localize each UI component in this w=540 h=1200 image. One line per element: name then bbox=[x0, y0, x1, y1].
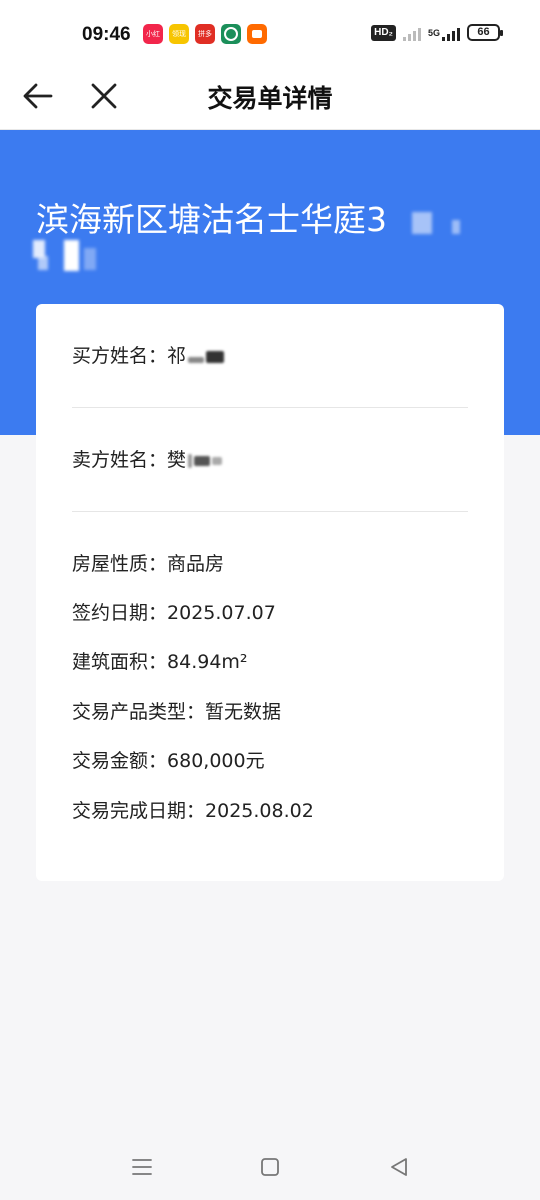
divider bbox=[72, 407, 468, 408]
buyer-name-row: 买方姓名：祁 bbox=[72, 343, 225, 369]
buyer-name-value: 祁 bbox=[167, 345, 187, 367]
transaction-amount-row: 交易金额：680,000元 bbox=[72, 748, 265, 774]
sign-date-label: 签约日期： bbox=[72, 602, 168, 624]
divider bbox=[72, 511, 468, 512]
transaction-amount-value: 680,000元 bbox=[167, 750, 265, 772]
redacted-address-mask bbox=[38, 256, 48, 270]
back-triangle-icon[interactable] bbox=[387, 1155, 411, 1179]
seller-name-value: 樊 bbox=[167, 449, 187, 471]
building-area-row: 建筑面积：84.94m² bbox=[72, 649, 248, 675]
building-area-label: 建筑面积： bbox=[72, 651, 168, 673]
pinduoduo-app-icon: 拼多 bbox=[195, 24, 215, 44]
signal-sim2-icon bbox=[442, 25, 460, 41]
bank-app-icon bbox=[221, 24, 241, 44]
page-title: 交易单详情 bbox=[207, 84, 333, 113]
redacted-seller-mask bbox=[212, 456, 223, 465]
signal-sim1-icon bbox=[402, 25, 421, 41]
sign-date-value: 2025.07.07 bbox=[167, 602, 276, 624]
building-area-value: 84.94m² bbox=[167, 651, 248, 673]
redacted-seller-mask bbox=[188, 453, 193, 468]
redacted-address-mask bbox=[64, 240, 79, 271]
status-indicators: HD₂ 5G 66 bbox=[371, 24, 503, 41]
system-navigation-bar bbox=[0, 1133, 540, 1200]
transaction-amount-label: 交易金额： bbox=[72, 750, 168, 772]
completion-date-row: 交易完成日期：2025.08.02 bbox=[72, 798, 314, 824]
redacted-address-mask bbox=[84, 248, 96, 270]
redacted-buyer-mask bbox=[188, 356, 205, 363]
redacted-address-mask bbox=[452, 220, 460, 234]
property-type-value: 商品房 bbox=[167, 553, 225, 575]
transaction-detail-card: 买方姓名：祁 卖方姓名：樊 房屋性质：商品房 签约日期：2025.07.07 建… bbox=[36, 304, 504, 881]
navigation-bar: 交易单详情 bbox=[0, 64, 540, 130]
property-type-label: 房屋性质： bbox=[72, 553, 168, 575]
product-type-label: 交易产品类型： bbox=[72, 701, 206, 723]
redacted-seller-mask bbox=[194, 455, 211, 466]
seller-name-row: 卖方姓名：樊 bbox=[72, 447, 223, 473]
xiaohongshu-app-icon: 小红书 bbox=[143, 24, 163, 44]
completion-date-label: 交易完成日期： bbox=[72, 800, 206, 822]
meituan-app-icon: 领现金 bbox=[169, 24, 189, 44]
status-bar: 09:46 小红书 领现金 拼多 HD₂ 5G 66 bbox=[0, 0, 540, 64]
hd-voice-icon: HD₂ bbox=[371, 24, 396, 41]
reward-app-icon bbox=[247, 24, 267, 44]
home-icon[interactable] bbox=[258, 1155, 282, 1179]
seller-name-label: 卖方姓名： bbox=[72, 449, 168, 471]
menu-icon[interactable] bbox=[130, 1155, 154, 1179]
property-name: 滨海新区塘沽名士华庭3 bbox=[36, 200, 506, 240]
property-type-row: 房屋性质：商品房 bbox=[72, 551, 224, 577]
redacted-buyer-mask bbox=[206, 350, 225, 363]
product-type-row: 交易产品类型：暂无数据 bbox=[72, 699, 281, 725]
status-time: 09:46 bbox=[82, 24, 131, 45]
completion-date-value: 2025.08.02 bbox=[205, 800, 314, 822]
property-name-text: 滨海新区塘沽名士华庭3 bbox=[36, 200, 387, 239]
battery-icon: 66 bbox=[467, 24, 503, 41]
notification-app-icons: 小红书 领现金 拼多 bbox=[143, 24, 267, 44]
sign-date-row: 签约日期：2025.07.07 bbox=[72, 600, 276, 626]
redacted-address-mask bbox=[412, 212, 432, 234]
network-type-label: 5G bbox=[427, 27, 440, 38]
buyer-name-label: 买方姓名： bbox=[72, 345, 168, 367]
product-type-value: 暂无数据 bbox=[205, 701, 282, 723]
